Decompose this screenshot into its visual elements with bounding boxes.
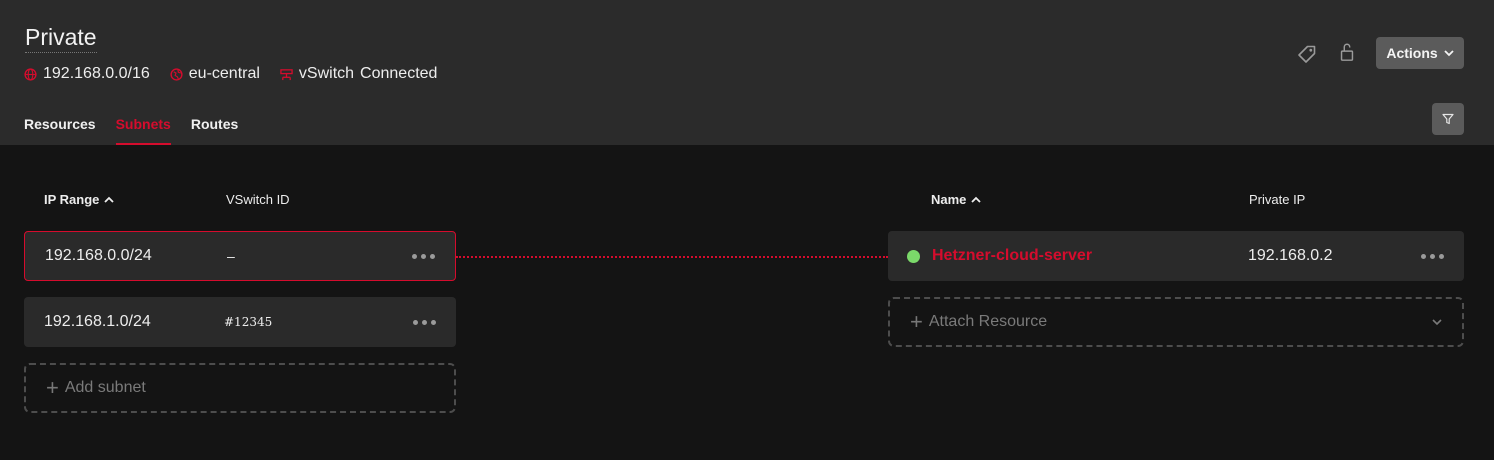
vswitch-label: vSwitch [298,65,355,82]
lock-icon[interactable] [1337,42,1357,62]
col-header-ip-range-label: IP Range [44,192,100,207]
label-icon[interactable] [1297,44,1317,64]
vswitch-status: Connected [360,65,438,82]
actions-label: Actions [1386,45,1438,61]
filter-button[interactable] [1432,103,1464,135]
add-subnet-button[interactable]: + Add subnet [24,363,456,413]
resource-name-cell: Hetzner-cloud-server [907,231,1092,281]
more-icon[interactable] [408,232,435,280]
plus-icon: + [910,309,923,334]
col-header-vswitch-id[interactable]: VSwitch ID [226,192,290,207]
location-icon [170,67,183,81]
chevron-down-icon [1432,319,1442,326]
tab-bar: Resources Subnets Routes [24,116,258,145]
attach-resource-button[interactable]: + Attach Resource [888,297,1464,347]
location-meta: eu-central [170,65,260,83]
more-icon[interactable] [409,297,436,347]
filter-icon [1442,113,1454,125]
sort-asc-icon [971,196,982,203]
subnet-resource-connector [456,256,888,258]
more-icon[interactable] [1417,231,1444,281]
tab-resources[interactable]: Resources [24,116,96,145]
vswitch-meta: vSwitch Connected [280,65,438,83]
chevron-down-icon [1444,50,1454,57]
globe-icon [24,67,37,81]
subnet-row[interactable]: 192.168.0.0/24 – [24,231,456,281]
page-title[interactable]: Private [25,24,97,53]
col-header-vswitch-id-label: VSwitch ID [226,192,290,207]
tab-routes[interactable]: Routes [191,116,238,145]
attach-resource-label: Attach Resource [928,313,1048,330]
subnet-row[interactable]: 192.168.1.0/24 #12345 [24,297,456,347]
subnet-vswitch-id: – [227,248,235,264]
subnet-vswitch-id: #12345 [224,315,273,329]
resource-name-link[interactable]: Hetzner-cloud-server [932,247,1092,265]
resource-row[interactable]: Hetzner-cloud-server 192.168.0.2 [888,231,1464,281]
col-header-private-ip[interactable]: Private IP [1249,192,1305,207]
tab-subnets[interactable]: Subnets [115,116,171,145]
page-header: Private 192.168.0.0/16 eu-central vSwitc… [0,0,1494,145]
resource-private-ip: 192.168.0.2 [1248,247,1333,264]
col-header-name-label: Name [931,192,967,207]
network-meta: 192.168.0.0/16 eu-central vSwitch Connec… [24,65,457,83]
ip-range-text: 192.168.0.0/16 [43,65,150,82]
location-text: eu-central [188,65,260,82]
vswitch-icon [280,68,293,80]
sort-asc-icon [104,196,115,203]
plus-icon: + [46,375,59,400]
ip-range-meta: 192.168.0.0/16 [24,65,150,83]
col-header-name[interactable]: Name [931,192,982,207]
status-indicator [907,249,920,263]
subnet-ip-range: 192.168.0.0/24 [45,247,152,264]
subnet-ip-range: 192.168.1.0/24 [44,313,151,330]
col-header-private-ip-label: Private IP [1249,192,1306,207]
actions-button[interactable]: Actions [1376,37,1464,69]
col-header-ip-range[interactable]: IP Range [44,192,115,207]
add-subnet-label: Add subnet [64,379,146,396]
